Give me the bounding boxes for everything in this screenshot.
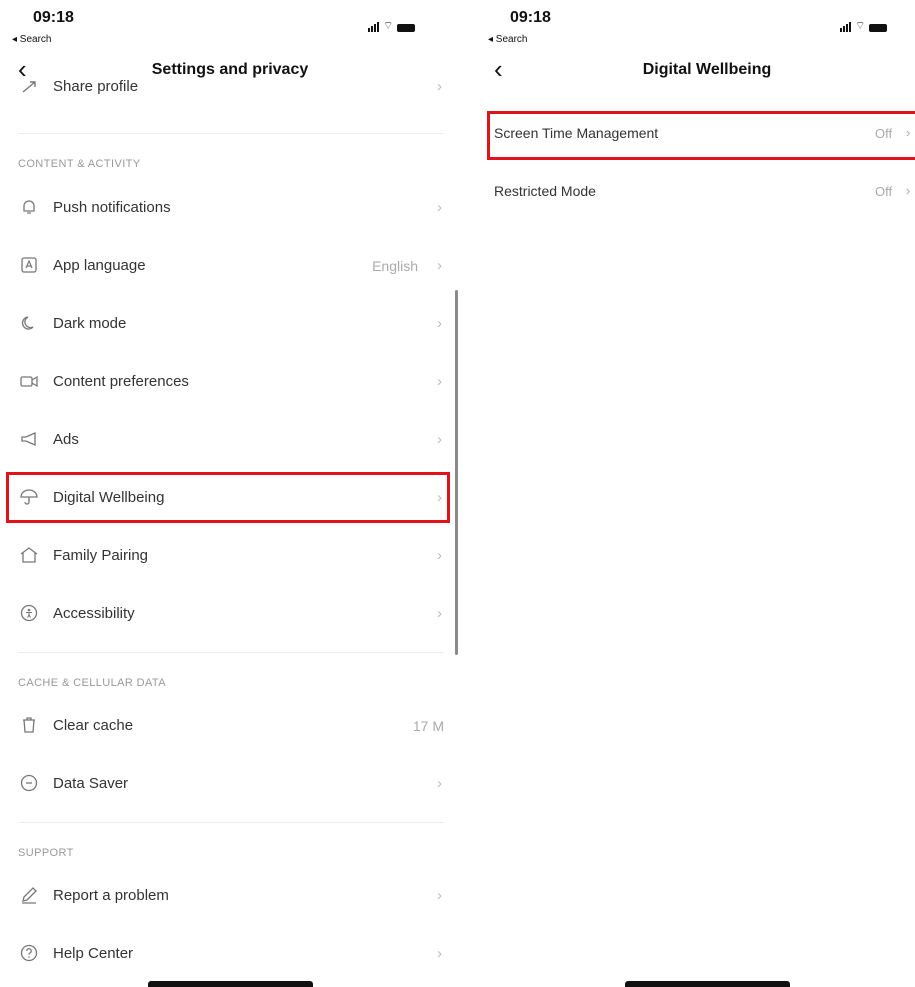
language-value: English: [372, 258, 418, 274]
accessibility-icon: [20, 604, 38, 622]
chevron-right-icon: ›: [437, 887, 442, 904]
push-notifications-row[interactable]: Push notifications ›: [0, 179, 462, 237]
family-pairing-row[interactable]: Family Pairing ›: [0, 527, 462, 585]
restricted-mode-value: Off: [875, 184, 893, 199]
status-time: 09:18: [510, 9, 551, 26]
row-label: Accessibility: [53, 605, 135, 622]
section-title-content-activity: CONTENT & ACTIVITY: [18, 158, 141, 170]
bell-icon: [20, 198, 38, 216]
chevron-right-icon: ›: [437, 605, 442, 622]
row-label: Report a problem: [53, 887, 169, 904]
chevron-right-icon: ›: [437, 945, 442, 962]
status-icons: ⌔: [368, 20, 416, 32]
row-label: Data Saver: [53, 775, 129, 792]
home-indicator[interactable]: [625, 981, 790, 987]
pencil-icon: [20, 886, 38, 904]
chevron-right-icon: ›: [437, 78, 442, 95]
moon-icon: [20, 314, 38, 332]
row-label: Family Pairing: [53, 547, 149, 564]
chevron-right-icon: ›: [906, 183, 911, 198]
megaphone-icon: [20, 430, 38, 448]
cache-size-value: 17 M: [412, 718, 444, 734]
battery-icon: [869, 24, 888, 32]
signal-icon: [368, 21, 379, 32]
status-time: 09:18: [33, 9, 74, 26]
language-icon: [20, 256, 38, 274]
content-preferences-row[interactable]: Content preferences ›: [0, 353, 462, 411]
chevron-right-icon: ›: [437, 257, 442, 274]
row-label: Share profile: [53, 78, 139, 95]
video-icon: [20, 372, 38, 390]
restricted-mode-label: Restricted Mode: [494, 183, 596, 199]
ads-row[interactable]: Ads ›: [0, 411, 462, 469]
chevron-right-icon: ›: [437, 547, 442, 564]
row-label: Help Center: [53, 945, 134, 962]
chevron-right-icon: ›: [437, 431, 442, 448]
row-label: Ads: [53, 431, 79, 448]
divider: [18, 652, 444, 653]
row-label: App language: [53, 257, 146, 274]
home-indicator[interactable]: [148, 981, 313, 987]
wifi-icon: ⌔: [383, 20, 394, 32]
highlight-digital-wellbeing: [6, 472, 450, 523]
divider: [18, 133, 444, 134]
data-saver-row[interactable]: Data Saver ›: [0, 755, 462, 813]
share-profile-row[interactable]: Share profile ›: [0, 76, 462, 98]
chevron-right-icon: ›: [437, 199, 442, 216]
back-button[interactable]: ‹: [494, 56, 503, 82]
wifi-icon: ⌔: [855, 20, 866, 32]
scrollbar[interactable]: [455, 290, 458, 655]
house-icon: [20, 546, 38, 564]
help-center-row[interactable]: Help Center ›: [0, 925, 462, 983]
row-label: Push notifications: [53, 199, 171, 216]
accessibility-row[interactable]: Accessibility ›: [0, 585, 462, 643]
row-label: Clear cache: [53, 717, 134, 734]
report-problem-row[interactable]: Report a problem ›: [0, 867, 462, 925]
section-title-support: SUPPORT: [18, 847, 74, 859]
dark-mode-row[interactable]: Dark mode ›: [0, 295, 462, 353]
trash-icon: [20, 716, 38, 734]
signal-icon: [840, 21, 851, 32]
row-label: Dark mode: [53, 315, 127, 332]
highlight-screen-time-management: [487, 111, 915, 160]
question-icon: [20, 944, 38, 962]
divider: [18, 822, 444, 823]
section-title-cache-data: CACHE & CELLULAR DATA: [18, 677, 166, 689]
app-language-row[interactable]: App language English ›: [0, 237, 462, 295]
status-icons: ⌔: [840, 20, 888, 32]
data-saver-icon: [20, 774, 38, 792]
share-icon: [20, 78, 38, 96]
page-title: Digital Wellbeing: [642, 61, 772, 78]
chevron-right-icon: ›: [437, 315, 442, 332]
clear-cache-row[interactable]: Clear cache 17 M: [0, 697, 462, 755]
chevron-right-icon: ›: [437, 775, 442, 792]
back-to-search-link[interactable]: ◂ Search: [488, 34, 527, 45]
row-label: Content preferences: [53, 373, 189, 390]
settings-privacy-screen: 09:18 ◂ Search ⌔ ‹ Settings and privacy …: [0, 0, 462, 987]
chevron-right-icon: ›: [437, 373, 442, 390]
back-to-search-link[interactable]: ◂ Search: [12, 34, 51, 45]
battery-icon: [397, 24, 416, 32]
